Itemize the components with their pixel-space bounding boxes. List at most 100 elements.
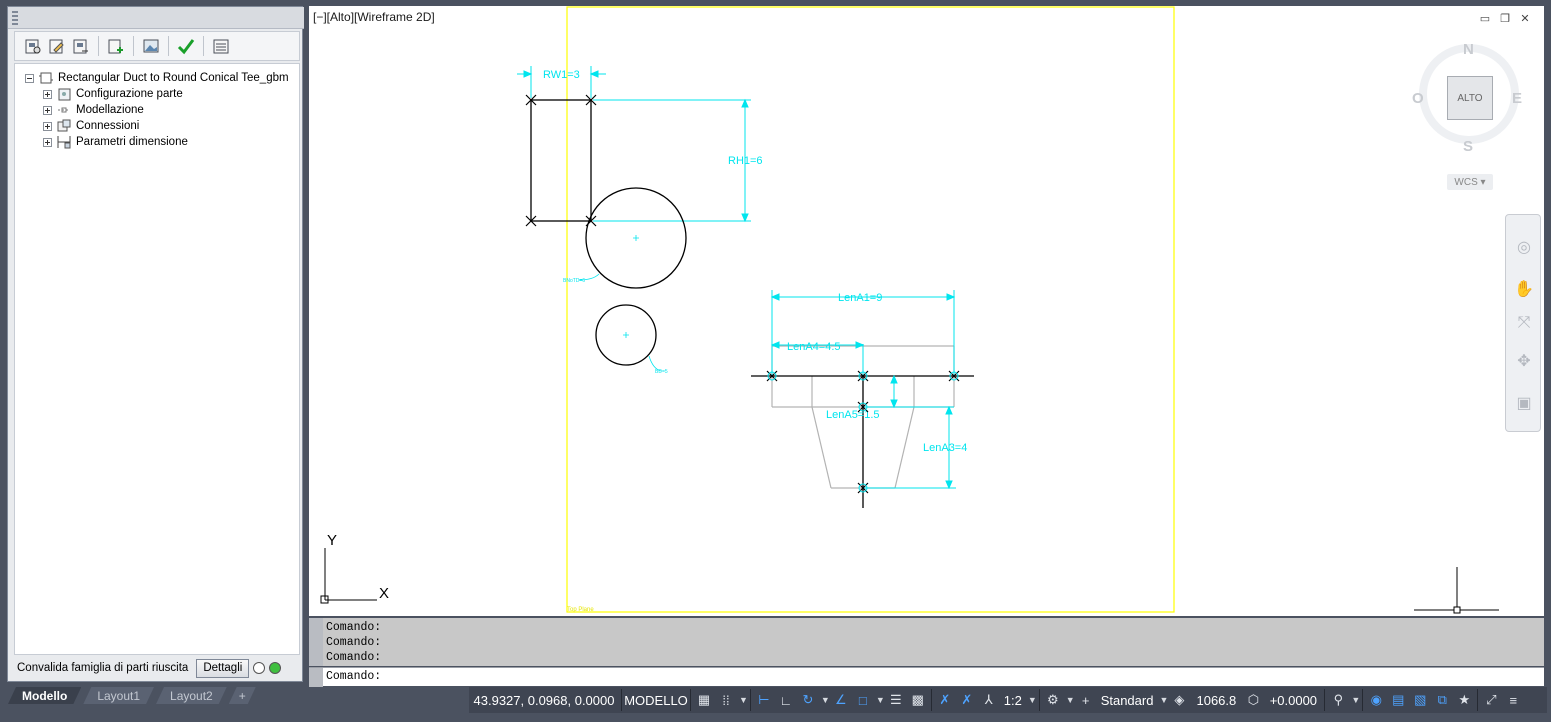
image-icon[interactable] — [141, 36, 161, 56]
command-line-grip[interactable] — [309, 618, 323, 666]
command-prompt[interactable]: Comando: — [326, 670, 381, 683]
notifications-icon[interactable]: ★ — [1453, 689, 1475, 711]
object-snap-icon[interactable]: □ — [852, 689, 874, 711]
lineweight-icon[interactable]: ☰ — [885, 689, 907, 711]
toolbar-separator — [168, 36, 169, 56]
minimize-icon[interactable]: ▭ — [1478, 12, 1492, 25]
compass-south[interactable]: S — [1463, 138, 1473, 155]
tree-node-root[interactable]: Rectangular Duct to Round Conical Tee_gb… — [25, 70, 289, 86]
tree-node-configurazione[interactable]: Configurazione parte — [43, 86, 183, 102]
ortho-icon[interactable]: ∟ — [775, 689, 797, 711]
tree-node-modellazione[interactable]: Modellazione — [43, 102, 144, 118]
lena3-label[interactable]: LenA3=4 — [923, 442, 967, 454]
tree-node-label: Modellazione — [76, 104, 144, 116]
command-input-grip[interactable] — [309, 668, 323, 687]
elevation-icon[interactable]: ◈ — [1168, 689, 1190, 711]
hardware-acceleration-icon[interactable]: ◉ — [1365, 689, 1387, 711]
toolbar-separator — [98, 36, 99, 56]
annotation-visibility-icon[interactable]: ✗ — [934, 689, 956, 711]
tree-node-parametri[interactable]: Parametri dimensione — [43, 134, 188, 150]
auto-scale-icon[interactable]: ✗ — [956, 689, 978, 711]
transparency-icon[interactable]: ▩ — [907, 689, 929, 711]
style-selector[interactable]: Standard — [1097, 688, 1158, 712]
dynamic-input-icon[interactable]: ⊢ — [753, 689, 775, 711]
validate-check-icon[interactable] — [176, 36, 196, 56]
compass-north[interactable]: N — [1463, 41, 1474, 58]
annotation-scale-value[interactable]: 1:2 — [1000, 688, 1026, 712]
command-input[interactable]: Comando: — [309, 667, 1544, 687]
scale-dropdown-caret[interactable]: ▼ — [1028, 695, 1037, 705]
model-space-button[interactable]: MODELLO — [624, 688, 688, 712]
cube-offset-icon[interactable]: ⬡ — [1242, 689, 1264, 711]
panel-title-bar[interactable] — [8, 7, 304, 29]
polar-dropdown-caret[interactable]: ▼ — [821, 695, 830, 705]
small-circle-center — [623, 332, 629, 338]
details-button[interactable]: Dettagli — [196, 658, 250, 678]
rh1-label[interactable]: RH1=6 — [728, 155, 763, 167]
wcs-menu-button[interactable]: WCS ▾ — [1447, 174, 1493, 190]
add-layout-tab[interactable]: + — [229, 687, 256, 704]
snap-dropdown-caret[interactable]: ▼ — [739, 695, 748, 705]
properties-icon[interactable] — [211, 36, 231, 56]
viewcube-top-face[interactable]: ALTO — [1447, 76, 1493, 120]
connections-icon — [56, 119, 72, 133]
expand-icon[interactable] — [43, 137, 52, 147]
showmotion-icon[interactable]: ▣ — [1512, 391, 1536, 415]
expand-icon[interactable] — [43, 121, 52, 131]
viewcube[interactable]: ALTO N S E O — [1412, 41, 1522, 164]
quick-properties-icon[interactable]: ▧ — [1409, 689, 1431, 711]
coordinates-readout[interactable]: 43.9327, 0.0968, 0.0000 — [469, 688, 619, 712]
edit-part-icon[interactable] — [47, 36, 67, 56]
panel-grip-handle[interactable] — [12, 11, 18, 25]
workspace-gear-icon[interactable]: ⚙ — [1042, 689, 1064, 711]
isolate-objects-icon[interactable]: ⚲ — [1327, 689, 1349, 711]
save-as-part-icon[interactable] — [71, 36, 91, 56]
compass-west[interactable]: O — [1412, 90, 1424, 107]
isodraft-icon[interactable]: ∠ — [830, 689, 852, 711]
crosshair-cursor — [1414, 567, 1499, 614]
customize-menu-icon[interactable]: ≡ — [1502, 689, 1524, 711]
expand-icon[interactable] — [43, 89, 52, 99]
lena5-dimension[interactable] — [863, 374, 954, 409]
close-icon[interactable]: ✕ — [1518, 12, 1532, 25]
elevation-offset-value[interactable]: +0.0000 — [1264, 688, 1322, 712]
osnap-dropdown-caret[interactable]: ▼ — [876, 695, 885, 705]
drawing-viewport[interactable]: Top Plane RW1=3 RH1=6 BNoTD=6 BD=5 LenA1… — [309, 6, 1544, 616]
polar-tracking-icon[interactable]: ↻ — [797, 689, 819, 711]
orbit-icon[interactable]: ✥ — [1512, 349, 1536, 373]
lena1-label[interactable]: LenA1=9 — [838, 292, 882, 304]
new-part-icon[interactable] — [106, 36, 126, 56]
add-icon[interactable]: + — [1075, 689, 1097, 711]
lena4-label[interactable]: LenA4=4.5 — [787, 341, 841, 353]
pan-hand-icon[interactable]: ✋ — [1512, 277, 1536, 301]
validation-status-row: Convalida famiglia di parti riuscita Det… — [14, 657, 300, 679]
drawing-canvas[interactable]: Top Plane RW1=3 RH1=6 BNoTD=6 BD=5 LenA1… — [309, 6, 1544, 616]
elevation-value[interactable]: 1066.8 — [1190, 688, 1242, 712]
style-dropdown-caret[interactable]: ▼ — [1159, 695, 1168, 705]
annotation-scale-icon[interactable]: ⅄ — [978, 689, 1000, 711]
save-part-icon[interactable] — [23, 36, 43, 56]
rectangular-duct-profile[interactable] — [530, 99, 592, 222]
lena5-label[interactable]: LenA5=1.5 — [826, 409, 880, 421]
selection-cycling-icon[interactable]: ⧉ — [1431, 689, 1453, 711]
rw1-label[interactable]: RW1=3 — [543, 69, 580, 81]
tab-layout2[interactable]: Layout2 — [156, 687, 227, 704]
steering-wheel-icon[interactable]: ◎ — [1512, 235, 1536, 259]
zoom-extents-icon[interactable]: ⤧ — [1512, 311, 1536, 335]
compass-east[interactable]: E — [1512, 90, 1522, 107]
isolate-dropdown-caret[interactable]: ▼ — [1351, 695, 1360, 705]
workspace-dropdown-caret[interactable]: ▼ — [1066, 695, 1075, 705]
status-separator — [749, 689, 751, 711]
expand-icon[interactable] — [43, 105, 52, 115]
grid-icon[interactable]: ▦ — [693, 689, 715, 711]
restore-icon[interactable]: ❐ — [1498, 12, 1512, 25]
snap-mode-icon[interactable]: ⁞⁞ — [715, 689, 737, 711]
viewport-controls-label[interactable]: [−][Alto][Wireframe 2D] — [313, 10, 435, 24]
toolbar-separator — [203, 36, 204, 56]
tab-modello[interactable]: Modello — [8, 687, 81, 704]
collapse-icon[interactable] — [25, 73, 34, 83]
fullscreen-icon[interactable]: ⤢ — [1480, 689, 1502, 711]
clean-screen-icon[interactable]: ▤ — [1387, 689, 1409, 711]
tree-node-connessioni[interactable]: Connessioni — [43, 118, 139, 134]
tab-layout1[interactable]: Layout1 — [83, 687, 154, 704]
